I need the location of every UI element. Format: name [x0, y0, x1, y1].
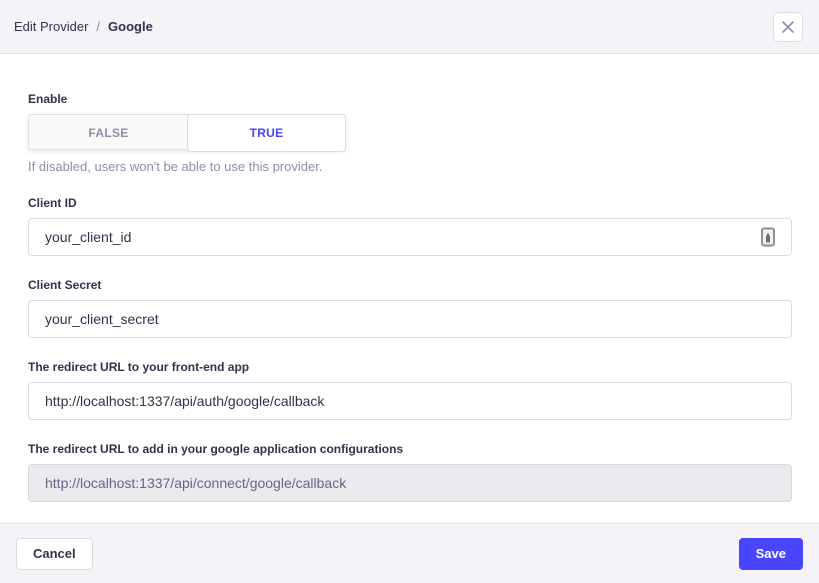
redirect-frontend-input[interactable]: [28, 382, 792, 420]
enable-toggle-false[interactable]: FALSE: [29, 115, 188, 151]
redirect-google-input: [28, 464, 792, 502]
client-secret-input-wrap: [28, 300, 792, 338]
redirect-google-input-wrap: [28, 464, 792, 502]
redirect-frontend-field: The redirect URL to your front-end app: [28, 360, 792, 420]
client-secret-input[interactable]: [28, 300, 792, 338]
redirect-frontend-label: The redirect URL to your front-end app: [28, 360, 250, 374]
redirect-google-field: The redirect URL to add in your google a…: [28, 442, 792, 502]
edit-provider-modal: Edit Provider / Google Enable FALSE TRUE…: [0, 0, 819, 583]
close-button[interactable]: [773, 11, 803, 42]
breadcrumb-current-provider: Google: [108, 19, 153, 34]
enable-field: Enable FALSE TRUE If disabled, users won…: [28, 92, 792, 174]
redirect-google-label: The redirect URL to add in your google a…: [28, 442, 404, 456]
close-icon: [782, 20, 794, 33]
password-manager-icon[interactable]: [761, 227, 775, 247]
save-button[interactable]: Save: [738, 537, 803, 570]
cancel-button[interactable]: Cancel: [16, 537, 93, 570]
client-id-field: Client ID: [28, 196, 792, 256]
client-id-input-wrap: [28, 218, 792, 256]
client-secret-field: Client Secret: [28, 278, 792, 338]
breadcrumb: Edit Provider / Google: [14, 19, 153, 34]
enable-toggle: FALSE TRUE: [28, 114, 346, 152]
modal-body: Enable FALSE TRUE If disabled, users won…: [0, 54, 819, 523]
enable-toggle-true[interactable]: TRUE: [187, 114, 346, 152]
enable-helper-text: If disabled, users won't be able to use …: [28, 159, 323, 174]
client-id-input[interactable]: [28, 218, 792, 256]
redirect-frontend-input-wrap: [28, 382, 792, 420]
modal-header: Edit Provider / Google: [0, 0, 819, 54]
enable-label: Enable: [28, 92, 68, 106]
breadcrumb-section: Edit Provider: [14, 19, 89, 34]
client-id-label: Client ID: [28, 196, 77, 210]
client-secret-label: Client Secret: [28, 278, 102, 292]
modal-footer: Cancel Save: [0, 523, 819, 583]
breadcrumb-separator: /: [96, 19, 101, 34]
